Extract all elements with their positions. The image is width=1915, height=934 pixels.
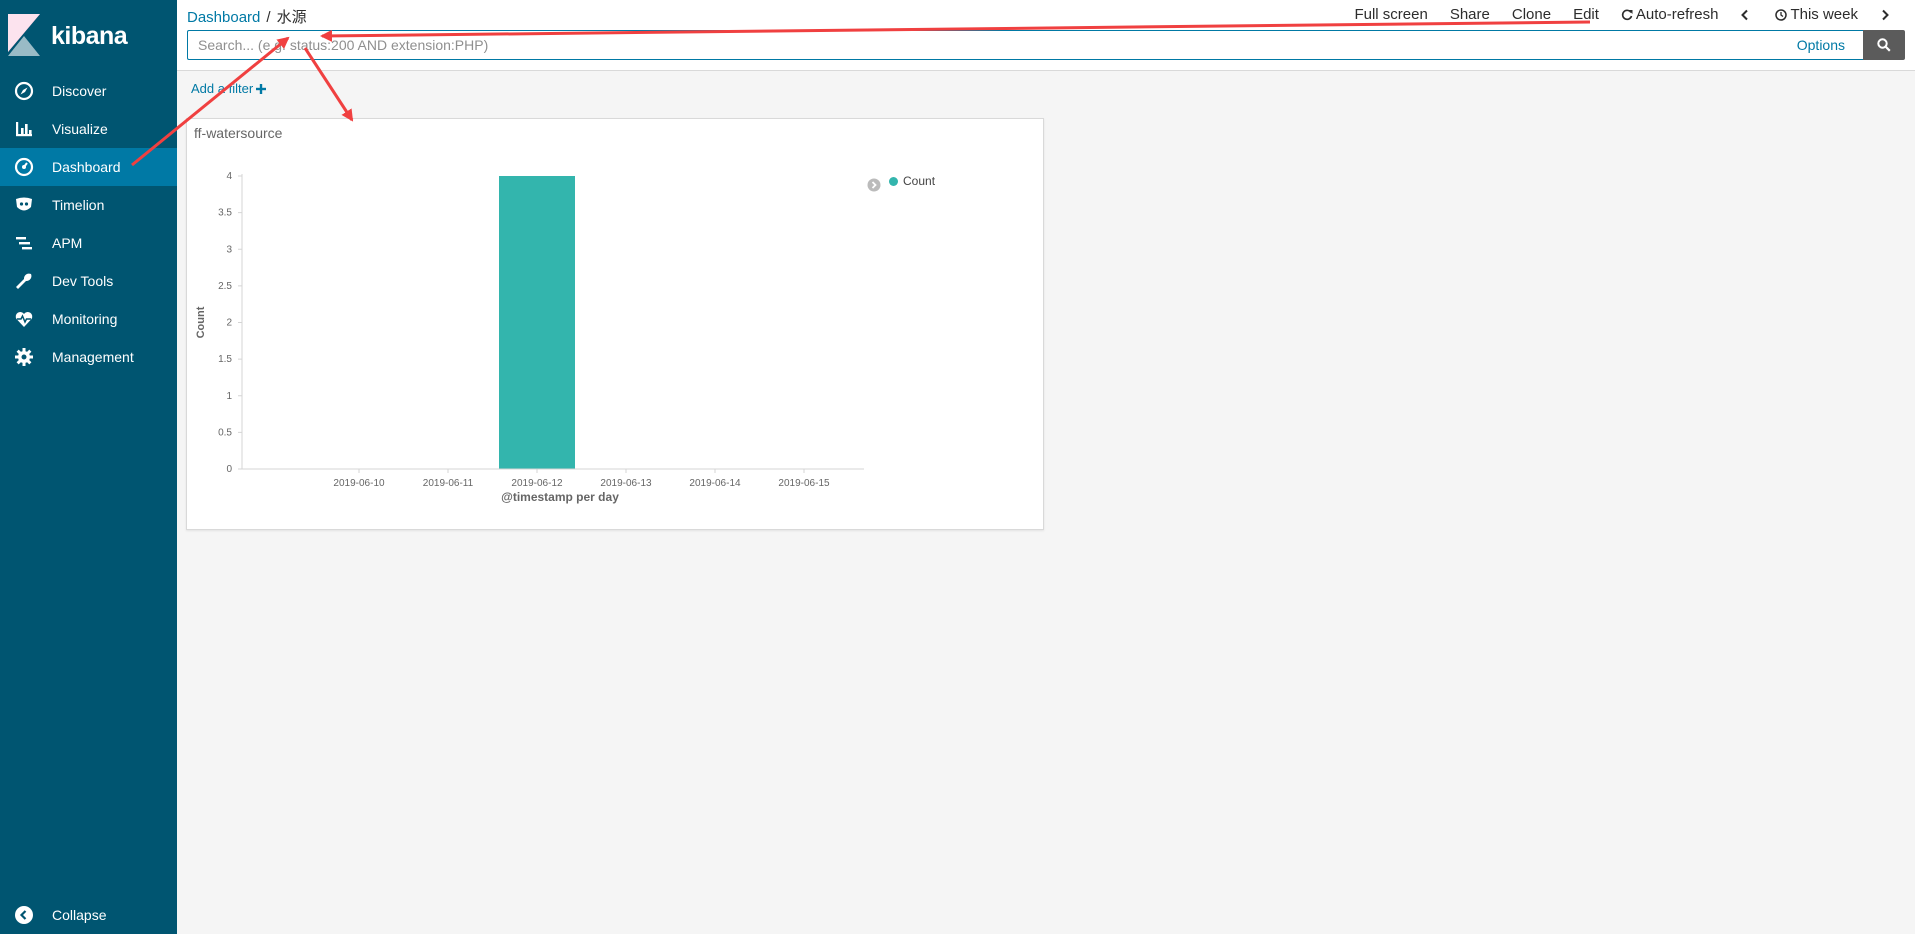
x-axis-label: @timestamp per day [501, 490, 619, 504]
refresh-icon [1621, 9, 1633, 20]
sidebar: kibana Discover Visualize Dashboard Time… [0, 0, 177, 934]
search-button[interactable] [1863, 30, 1905, 60]
sidebar-item-label: Monitoring [52, 311, 118, 327]
breadcrumb-separator: / [266, 9, 271, 26]
sidebar-item-apm[interactable]: APM [0, 224, 177, 262]
collapse-label: Collapse [52, 907, 107, 923]
chart-legend[interactable]: Count [889, 174, 935, 188]
y-tick-label: 1.5 [218, 354, 232, 365]
y-tick-label: 3.5 [218, 208, 232, 219]
full-screen-button[interactable]: Full screen [1354, 6, 1427, 23]
heartbeat-icon [12, 307, 36, 331]
y-axis-label: Count [195, 306, 207, 338]
sidebar-item-dashboard[interactable]: Dashboard [0, 148, 177, 186]
y-tick-label: 2 [226, 318, 232, 329]
gear-icon [12, 345, 36, 369]
sidebar-nav: Discover Visualize Dashboard Timelion AP… [0, 72, 177, 376]
top-menu: Full screen Share Clone Edit Auto-refres… [1332, 6, 1893, 23]
x-tick-label: 2019-06-13 [600, 478, 652, 489]
add-filter-label: Add a filter [191, 81, 254, 96]
x-tick-label: 2019-06-14 [689, 478, 741, 489]
compass-icon [12, 79, 36, 103]
apm-icon [12, 231, 36, 255]
sidebar-item-label: APM [52, 235, 83, 251]
sidebar-item-visualize[interactable]: Visualize [0, 110, 177, 148]
y-tick-label: 0.5 [218, 427, 232, 438]
breadcrumb-current: 水源 [276, 9, 307, 26]
sidebar-item-monitoring[interactable]: Monitoring [0, 300, 177, 338]
sidebar-item-label: Timelion [52, 197, 105, 213]
y-tick-label: 1 [226, 391, 232, 402]
time-forward-button[interactable] [1880, 9, 1893, 21]
chevron-left-icon [1741, 9, 1749, 20]
time-picker-button[interactable]: This week [1775, 6, 1858, 23]
x-tick-label: 2019-06-10 [333, 478, 385, 489]
sidebar-item-label: Visualize [52, 121, 108, 137]
sidebar-item-management[interactable]: Management [0, 338, 177, 376]
collapse-button[interactable]: Collapse [0, 896, 177, 934]
x-tick-label: 2019-06-11 [423, 478, 474, 489]
add-filter-button[interactable]: Add a filter [191, 81, 267, 96]
breadcrumb-dashboard-link[interactable]: Dashboard [187, 9, 260, 26]
auto-refresh-button[interactable]: Auto-refresh [1621, 6, 1719, 23]
kibana-logo[interactable]: kibana [0, 0, 177, 70]
brand-name: kibana [51, 22, 128, 50]
clone-button[interactable]: Clone [1512, 6, 1551, 23]
plus-icon [256, 83, 267, 94]
x-tick-label: 2019-06-15 [778, 478, 830, 489]
share-button[interactable]: Share [1450, 6, 1490, 23]
y-tick-label: 3 [226, 244, 232, 255]
chevron-right-circle-icon [867, 178, 881, 192]
timelion-icon [12, 193, 36, 217]
sidebar-item-timelion[interactable]: Timelion [0, 186, 177, 224]
x-tick-label: 2019-06-12 [511, 478, 563, 489]
sidebar-item-label: Management [52, 349, 134, 365]
y-tick-label: 2.5 [218, 281, 232, 292]
chevron-right-icon [1882, 9, 1889, 20]
bar[interactable] [499, 176, 575, 469]
kibana-logo-icon [8, 14, 40, 56]
search-icon [1877, 38, 1891, 52]
breadcrumb: Dashboard / 水源 [187, 6, 307, 27]
options-link[interactable]: Options [1797, 37, 1845, 53]
search-bar: Options [187, 30, 1905, 60]
sidebar-item-label: Dev Tools [52, 273, 114, 289]
sidebar-item-label: Discover [52, 83, 107, 99]
y-tick-label: 0 [226, 464, 232, 475]
sidebar-item-dev-tools[interactable]: Dev Tools [0, 262, 177, 300]
time-back-button[interactable] [1740, 9, 1753, 21]
auto-refresh-label: Auto-refresh [1635, 6, 1719, 23]
edit-button[interactable]: Edit [1573, 6, 1599, 23]
time-range-label: This week [1790, 6, 1858, 23]
legend-color-dot [889, 176, 898, 186]
search-input[interactable] [187, 30, 1863, 60]
wrench-icon [12, 269, 36, 293]
y-tick-label: 4 [226, 171, 232, 182]
sidebar-item-discover[interactable]: Discover [0, 72, 177, 110]
sidebar-item-label: Dashboard [52, 159, 121, 175]
visualization-panel: ff-watersource 0 0.5 1 1.5 2 2.5 3 3.5 4 2019-06… [186, 118, 1044, 530]
dashboard-icon [12, 155, 36, 179]
chevron-left-circle-icon [12, 903, 36, 927]
clock-icon [1775, 8, 1788, 21]
bar-chart-icon [12, 117, 36, 141]
legend-toggle-button[interactable] [867, 178, 881, 197]
top-bar: Dashboard / 水源 Full screen Share Clone Edi… [177, 0, 1915, 71]
legend-label: Count [903, 174, 936, 188]
